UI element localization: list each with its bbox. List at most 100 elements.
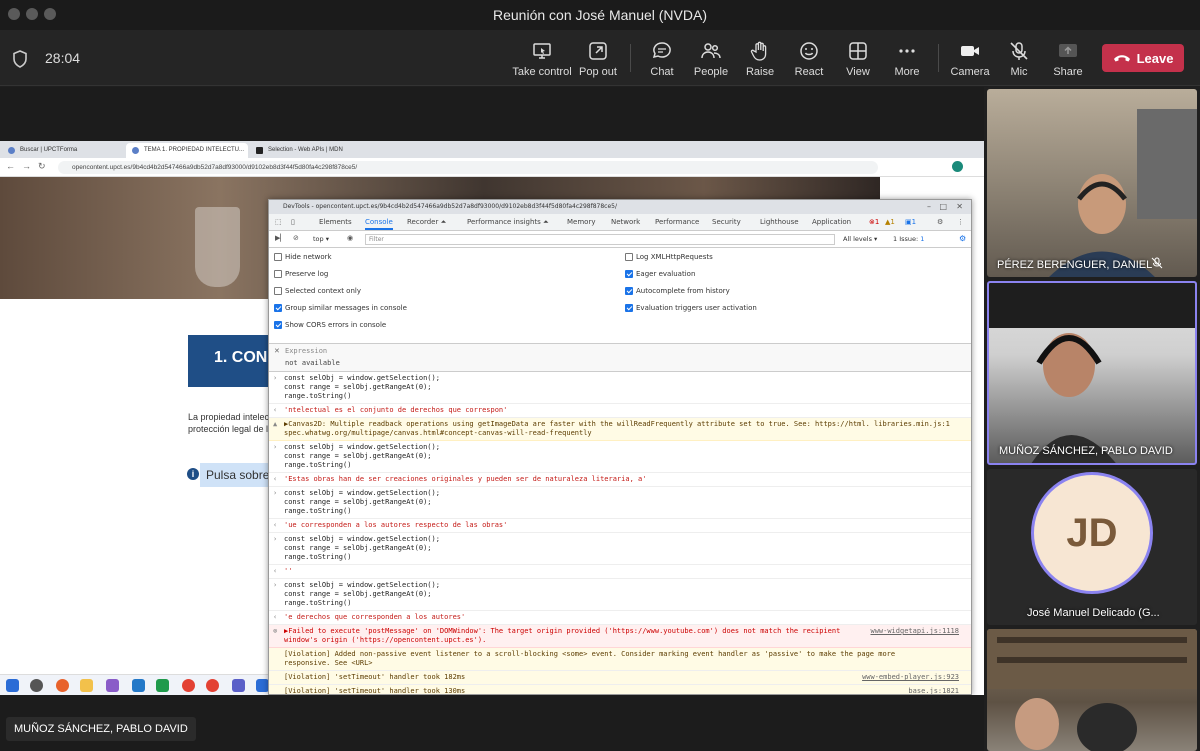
back-arrow-icon[interactable]: ← [6, 161, 15, 171]
device-toolbar-icon[interactable]: ▯ [291, 218, 295, 226]
console-setting-option[interactable]: Group similar messages in console [274, 304, 407, 312]
tab-console[interactable]: Console [365, 218, 393, 230]
console-output[interactable]: › const selObj = window.getSelection(); c… [269, 372, 971, 694]
participant-tile[interactable]: JD José Manuel Delicado (G... [987, 469, 1197, 625]
tab-lighthouse[interactable]: Lighthouse [760, 218, 799, 226]
windows-start-icon[interactable] [6, 679, 19, 692]
console-setting-option[interactable]: Show CORS errors in console [274, 321, 386, 329]
issues-button[interactable]: 1 Issue: 1 [893, 235, 924, 243]
console-entry-result[interactable]: ‹ 'e derechos que corresponden a los auto… [269, 611, 971, 625]
browser-tab[interactable]: Selection - Web APIs | MDN [250, 143, 370, 158]
participant-tile[interactable] [987, 629, 1197, 751]
tab-performance[interactable]: Performance [655, 218, 699, 226]
minimize-icon[interactable]: – [927, 202, 931, 211]
checkbox-checked[interactable] [625, 287, 633, 295]
console-entry-viol[interactable]: [Violation] 'setTimeout' handler took 18… [269, 671, 971, 685]
console-setting-option[interactable]: Eager evaluation [625, 270, 695, 278]
tab-application[interactable]: Application [812, 218, 851, 226]
checkbox-checked[interactable] [274, 321, 282, 329]
console-filter-input[interactable]: Filter [365, 234, 835, 245]
console-setting-option[interactable]: Selected context only [274, 287, 361, 295]
console-entry-input[interactable]: › const selObj = window.getSelection(); c… [269, 533, 971, 565]
pop-out-button[interactable]: Pop out [566, 38, 630, 78]
checkbox-unchecked[interactable] [274, 270, 282, 278]
address-bar[interactable]: opencontent.upct.es/9b4cd4b2d547466a9db5… [58, 161, 878, 174]
take-control-button[interactable]: Take control [510, 38, 574, 78]
console-entry-input[interactable]: › const selObj = window.getSelection(); c… [269, 372, 971, 404]
firefox-icon[interactable] [56, 679, 69, 692]
browser-tab-active[interactable]: TEMA 1. PROPIEDAD INTELECTU... [126, 143, 248, 158]
more-button[interactable]: More [875, 38, 939, 78]
inspect-icon[interactable]: ⬚ [275, 218, 282, 226]
close-icon[interactable]: ✕ [956, 202, 963, 211]
leave-button[interactable]: Leave [1102, 44, 1184, 72]
more-label: More [894, 66, 920, 78]
profile-avatar[interactable] [952, 161, 963, 172]
tab-network[interactable]: Network [611, 218, 640, 226]
more-dots-icon [899, 49, 915, 53]
console-entry-result[interactable]: ‹ 'ue corresponden a los autores respecto… [269, 519, 971, 533]
site-favicon-icon [8, 147, 15, 154]
checkbox-checked[interactable] [274, 304, 282, 312]
console-entry-viol[interactable]: [Violation] 'setTimeout' handler took 13… [269, 685, 971, 694]
checkbox-checked[interactable] [625, 304, 633, 312]
console-entry-result[interactable]: ‹ '' [269, 565, 971, 579]
console-setting-option[interactable]: Evaluation triggers user activation [625, 304, 757, 312]
error-count-badge[interactable]: ⊗1 [869, 218, 879, 226]
console-entry-warn[interactable]: ▲ ▶Canvas2D: Multiple readback operations… [269, 418, 971, 441]
tab-memory[interactable]: Memory [567, 218, 595, 226]
console-setting-option[interactable]: Autocomplete from history [625, 287, 730, 295]
close-expression-icon[interactable]: ✕ [274, 347, 280, 355]
clear-console-icon[interactable]: ⊘ [293, 234, 299, 242]
app-icon[interactable] [106, 679, 119, 692]
more-options-icon[interactable]: ⋮ [957, 218, 964, 226]
reload-icon[interactable]: ↻ [38, 161, 46, 172]
settings-gear-icon[interactable]: ⚙ [937, 218, 943, 226]
search-icon[interactable] [30, 679, 43, 692]
forward-arrow-icon[interactable]: → [22, 161, 31, 171]
checkbox-unchecked[interactable] [274, 253, 282, 261]
console-entry-err[interactable]: ⊗ ▶Failed to execute 'postMessage' on 'DO… [269, 625, 971, 648]
browser-tab[interactable]: Buscar | UPCTForma [2, 143, 122, 158]
file-explorer-icon[interactable] [80, 679, 93, 692]
vscode-icon[interactable] [132, 679, 145, 692]
maximize-icon[interactable]: □ [939, 202, 947, 211]
console-source-link[interactable]: www-widgetapi.js:1118 [870, 627, 959, 636]
participant-name: MUÑOZ SÁNCHEZ, PABLO DAVID [999, 445, 1173, 457]
console-entry-input[interactable]: › const selObj = window.getSelection(); c… [269, 487, 971, 519]
participant-tile-active-speaker[interactable]: MUÑOZ SÁNCHEZ, PABLO DAVID [987, 281, 1197, 465]
checkbox-unchecked[interactable] [625, 253, 633, 261]
spreadsheet-icon[interactable] [156, 679, 169, 692]
info-count-badge[interactable]: ▣1 [905, 218, 916, 226]
warning-count-badge[interactable]: ▲1 [885, 218, 895, 226]
console-setting-option[interactable]: Hide network [274, 253, 332, 261]
chrome-icon[interactable] [182, 679, 195, 692]
console-prompt-icon: › [273, 581, 278, 589]
console-setting-option[interactable]: Log XMLHttpRequests [625, 253, 713, 261]
console-entry-result[interactable]: ‹ 'ntelectual es el conjunto de derechos … [269, 404, 971, 418]
console-entry-text: const selObj = window.getSelection(); co… [284, 489, 440, 515]
console-entry-viol[interactable]: [Violation] Added non-passive event list… [269, 648, 971, 671]
tab-security[interactable]: Security [712, 218, 741, 226]
participant-tile[interactable]: PÉREZ BERENGUER, DANIEL [987, 89, 1197, 277]
console-settings-gear-icon[interactable]: ⚙ [959, 234, 966, 243]
console-entry-input[interactable]: › const selObj = window.getSelection(); c… [269, 579, 971, 611]
tab-elements[interactable]: Elements [319, 218, 352, 226]
pulsa-sobre-box[interactable]: Pulsa sobre [200, 463, 278, 487]
share-button[interactable]: Share [1036, 38, 1100, 78]
sidebar-toggle-icon[interactable]: ▶▏ [275, 234, 286, 242]
console-entry-input[interactable]: › const selObj = window.getSelection(); c… [269, 441, 971, 473]
log-levels-select[interactable]: All levels ▾ [843, 235, 877, 243]
console-source-link[interactable]: base.js:1821 [908, 687, 959, 694]
chrome-icon[interactable] [206, 679, 219, 692]
teams-icon[interactable] [232, 679, 245, 692]
console-source-link[interactable]: www-embed-player.js:923 [862, 673, 959, 682]
tab-performance-insights[interactable]: Performance insights ⏶ [467, 218, 549, 227]
eye-icon[interactable]: ◉ [347, 234, 353, 242]
console-setting-option[interactable]: Preserve log [274, 270, 328, 278]
checkbox-unchecked[interactable] [274, 287, 282, 295]
tab-recorder[interactable]: Recorder ⏶ [407, 218, 446, 227]
context-select[interactable]: top ▾ [313, 235, 329, 243]
console-entry-result[interactable]: ‹ 'Estas obras han de ser creaciones orig… [269, 473, 971, 487]
checkbox-checked[interactable] [625, 270, 633, 278]
